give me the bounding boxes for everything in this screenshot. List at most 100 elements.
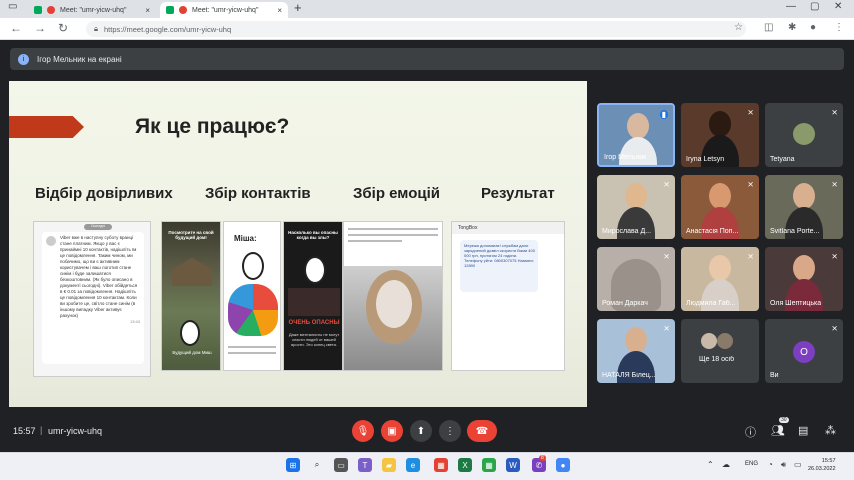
message-text: Viber вже в наступну суботу вранці стане…	[60, 235, 138, 318]
tab-actions-icon[interactable]: ▭	[8, 1, 17, 12]
participant-tile[interactable]: ⨯ Iryna Letsyn	[681, 103, 759, 167]
participant-name: Tetyana	[770, 156, 795, 163]
brain-image	[228, 284, 278, 336]
maximize-button[interactable]: ▢	[810, 1, 819, 12]
date-tag: Сьогодні	[84, 224, 112, 230]
participant-name: Людмила Габ...	[686, 300, 736, 307]
mic-toggle-button[interactable]: 🎙︎	[352, 420, 374, 442]
participant-tile[interactable]: ⨯ Анастасія Поп...	[681, 175, 759, 239]
camera-toggle-button[interactable]: ▣	[381, 420, 403, 442]
star-icon[interactable]: ☆	[734, 22, 743, 33]
teams-icon[interactable]: T	[358, 458, 372, 472]
browser-tab-2[interactable]: Meet: "umr-yicw-uhq" ×	[160, 2, 288, 18]
chrome-icon[interactable]: ●	[556, 458, 570, 472]
participant-tile[interactable]: ⨯ Роман Даркач	[597, 247, 675, 311]
text-line	[348, 234, 438, 236]
mic-off-icon: ⨯	[663, 180, 670, 189]
participant-video	[793, 255, 815, 281]
activities-icon[interactable]: ⁂	[825, 424, 836, 437]
face-shape	[376, 280, 412, 328]
shared-slide: Як це працює? Відбір довірливих Збір кон…	[9, 81, 587, 407]
close-tab-icon[interactable]: ×	[277, 6, 282, 15]
participant-tile[interactable]: ⨯ НАТАЛЯ Білец...	[597, 319, 675, 383]
wifi-icon[interactable]: ◔	[768, 460, 773, 469]
more-participants-label: Ще 18 осіб	[699, 356, 735, 363]
forward-icon[interactable]: →	[34, 21, 46, 35]
browser-tab-1[interactable]: Meet: "umr-yicw-uhq" ×	[28, 2, 156, 18]
participant-video	[627, 113, 649, 139]
more-participants-tile[interactable]: Ще 18 осіб	[681, 319, 759, 383]
face-placeholder	[304, 256, 326, 284]
house-meme-card: Посмотрите на свой будущий дом! Будущий …	[161, 221, 221, 371]
meme-bottom-caption: Даже менталисты не могут спасти людей от…	[288, 332, 340, 347]
mic-off-icon: ⨯	[747, 180, 754, 189]
back-icon[interactable]: ←	[10, 21, 22, 35]
speaking-icon: ▮	[659, 110, 668, 119]
present-button[interactable]: ⬆	[410, 420, 432, 442]
close-tab-icon[interactable]: ×	[145, 6, 150, 15]
leave-call-button[interactable]: ☎︎	[467, 420, 497, 442]
store-icon[interactable]: ▦	[434, 458, 448, 472]
clock-date: 26.03.2022	[808, 466, 836, 472]
profile-icon[interactable]: ●	[810, 22, 816, 33]
folder-icon[interactable]: ▰	[382, 458, 396, 472]
notification-badge: 8	[539, 455, 546, 461]
volume-icon[interactable]: 🔊︎	[781, 460, 786, 470]
menu-icon[interactable]: ⋮	[834, 22, 844, 33]
excel-icon[interactable]: X	[458, 458, 472, 472]
more-options-button[interactable]: ⋮	[439, 420, 461, 442]
url-text: https://meet.google.com/umr-yicw-uhq	[104, 24, 232, 34]
info-icon[interactable]: ⓘ	[745, 424, 756, 440]
task-view-icon[interactable]: ▭	[334, 458, 348, 472]
participant-video	[709, 255, 731, 281]
participant-tile[interactable]: ⨯ Мирослава Д...	[597, 175, 675, 239]
meeting-code: umr-yicw-uhq	[48, 426, 103, 436]
column-heading-1: Відбір довірливих	[35, 185, 173, 202]
language-indicator[interactable]: ENG	[745, 461, 758, 467]
start-icon[interactable]: ⊞	[286, 458, 300, 472]
face-placeholder	[180, 320, 200, 346]
presenter-banner: i Ігор Мельник на екрані	[10, 48, 844, 70]
column-heading-4: Результат	[481, 185, 555, 202]
chevron-up-icon[interactable]: ⌃	[707, 460, 714, 469]
participant-tile[interactable]: ⨯ Оля Шептицька	[765, 247, 843, 311]
participant-tile[interactable]: ⨯ Svitlana Porte...	[765, 175, 843, 239]
participant-tile[interactable]: ⨯ Tetyana	[765, 103, 843, 167]
edge-icon[interactable]: e	[406, 458, 420, 472]
participant-avatar	[793, 123, 815, 145]
clock[interactable]: 15:57 26.03.2022	[808, 457, 836, 473]
meet-favicon-icon	[166, 6, 174, 14]
participant-video	[625, 183, 647, 209]
brain-meme-card: Міша:	[223, 221, 281, 371]
participant-tile[interactable]: ⨯ Людмила Габ...	[681, 247, 759, 311]
participant-name: Роман Даркач	[602, 300, 648, 307]
participant-tile[interactable]: ▮ Ігор Мельник	[597, 103, 675, 167]
battery-icon[interactable]: ▭	[794, 460, 802, 469]
meeting-time: 15:57	[13, 426, 36, 436]
meet-stage: i Ігор Мельник на екрані Як це працює? В…	[0, 40, 854, 452]
extension-icon[interactable]: ◫	[764, 22, 773, 33]
participant-avatar	[717, 333, 733, 349]
close-window-button[interactable]: ✕	[834, 1, 842, 12]
mic-off-icon: ⨯	[747, 252, 754, 261]
cloud-icon[interactable]: ☁	[722, 460, 730, 469]
chat-icon[interactable]: ▤	[798, 424, 808, 437]
mic-off-icon: ⨯	[831, 324, 838, 333]
minimize-button[interactable]: —	[786, 1, 796, 12]
mic-off-icon: ⨯	[831, 108, 838, 117]
participant-name: Ігор Мельник	[604, 154, 647, 161]
text-line	[228, 352, 276, 354]
app-icon[interactable]: ▦	[482, 458, 496, 472]
url-field[interactable]: 🔒︎ https://meet.google.com/umr-yicw-uhq	[86, 21, 746, 37]
puzzle-icon[interactable]: ✱	[788, 22, 796, 33]
meme-caption: Насколько вы опасны когда вы злы?	[288, 230, 338, 240]
people-icon[interactable]: 👥︎	[771, 424, 785, 437]
mic-off-icon: ⨯	[831, 180, 838, 189]
word-icon[interactable]: W	[506, 458, 520, 472]
self-tile[interactable]: О ⨯ Ви	[765, 319, 843, 383]
meme-bottom-caption: Будущий дом Миш	[172, 350, 212, 355]
new-tab-button[interactable]: +	[294, 0, 302, 15]
camera-off-icon: ▣	[387, 425, 397, 437]
search-icon[interactable]: ⌕	[310, 458, 324, 472]
reload-icon[interactable]: ↻	[58, 21, 68, 35]
